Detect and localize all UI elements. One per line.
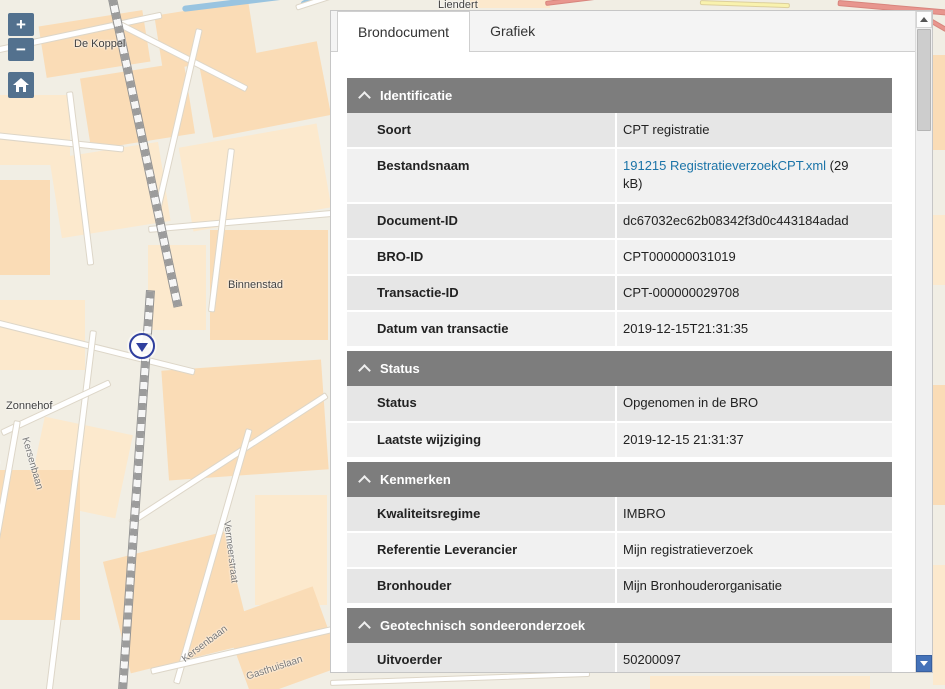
section-title: Identificatie — [380, 88, 452, 103]
row-value: 2019-12-15T21:31:35 — [617, 312, 892, 346]
scroll-thumb[interactable] — [917, 29, 931, 131]
table-row: Laatste wijziging2019-12-15 21:31:37 — [347, 423, 892, 459]
zoom-in-button[interactable]: + — [8, 13, 34, 36]
row-value: CPT-000000029708 — [617, 276, 892, 310]
chevron-up-icon — [358, 621, 371, 634]
row-label: Laatste wijziging — [347, 423, 617, 457]
section-header[interactable]: Status — [347, 351, 892, 386]
map-label: weg — [0, 446, 3, 466]
row-label: BRO-ID — [347, 240, 617, 274]
map-road — [700, 0, 790, 8]
row-value: CPT registratie — [617, 113, 892, 147]
row-label: Bestandsnaam — [347, 149, 617, 201]
row-label: Document-ID — [347, 204, 617, 238]
map-area — [0, 180, 50, 275]
map-area — [933, 215, 945, 285]
table-row: Bestandsnaam191215 RegistratieverzoekCPT… — [347, 149, 892, 203]
table-row: Referentie LeverancierMijn registratieve… — [347, 533, 892, 569]
table-row: BronhouderMijn Bronhouderorganisatie — [347, 569, 892, 605]
table-row: Uitvoerder50200097 — [347, 643, 892, 672]
row-value: IMBRO — [617, 497, 892, 531]
scroll-down-button[interactable] — [916, 655, 932, 672]
map-road — [330, 671, 590, 686]
triangle-down-icon — [136, 343, 148, 352]
map-area — [0, 95, 70, 165]
file-link[interactable]: 191215 RegistratieverzoekCPT.xml — [623, 158, 826, 173]
map-area — [933, 565, 945, 685]
map-area — [255, 495, 327, 605]
map-area — [933, 55, 945, 150]
section-title: Geotechnisch sondeeronderzoek — [380, 618, 585, 633]
row-label: Soort — [347, 113, 617, 147]
chevron-up-icon — [358, 364, 371, 377]
triangle-down-icon — [920, 661, 928, 666]
tab-bar: BrondocumentGrafiek — [331, 11, 915, 52]
row-label: Datum van transactie — [347, 312, 617, 346]
panel-body[interactable]: Identificatie SoortCPT registratieBestand… — [331, 52, 915, 672]
map-road — [545, 0, 610, 6]
scroll-up-button[interactable] — [916, 11, 932, 28]
row-label: Bronhouder — [347, 569, 617, 603]
table-row: Datum van transactie2019-12-15T21:31:35 — [347, 312, 892, 348]
tab-grafiek[interactable]: Grafiek — [470, 11, 555, 51]
table-row: Document-IDdc67032ec62b08342f3d0c443184a… — [347, 204, 892, 240]
map-area — [470, 0, 550, 8]
map-area — [650, 676, 870, 689]
scrollbar[interactable] — [915, 11, 932, 672]
map-label: Zonnehof — [6, 400, 52, 412]
row-label: Uitvoerder — [347, 643, 617, 672]
map-marker[interactable] — [129, 333, 155, 359]
section-title: Kenmerken — [380, 472, 451, 487]
row-value: 50200097 — [617, 643, 892, 672]
zoom-out-button[interactable]: − — [8, 38, 34, 61]
row-value: Mijn Bronhouderorganisatie — [617, 569, 892, 603]
tab-brondocument[interactable]: Brondocument — [337, 11, 470, 52]
app-window: + − LiendertDe KoppelBinnenstadZonnehofK… — [0, 0, 945, 689]
triangle-up-icon — [920, 17, 928, 22]
section-header[interactable]: Geotechnisch sondeeronderzoek — [347, 608, 892, 643]
home-icon — [13, 78, 29, 92]
table-row: KwaliteitsregimeIMBRO — [347, 497, 892, 533]
row-label: Status — [347, 386, 617, 420]
map-label: Binnenstad — [228, 279, 283, 291]
row-value: CPT000000031019 — [617, 240, 892, 274]
table-row: Transactie-IDCPT-000000029708 — [347, 276, 892, 312]
row-label: Kwaliteitsregime — [347, 497, 617, 531]
section-header[interactable]: Identificatie — [347, 78, 892, 113]
row-value: 191215 RegistratieverzoekCPT.xml (29 kB) — [617, 149, 892, 201]
row-label: Referentie Leverancier — [347, 533, 617, 567]
row-value: 2019-12-15 21:31:37 — [617, 423, 892, 457]
sections-container: Identificatie SoortCPT registratieBestand… — [347, 78, 892, 672]
table-row: StatusOpgenomen in de BRO — [347, 386, 892, 422]
table-row: BRO-IDCPT000000031019 — [347, 240, 892, 276]
section-title: Status — [380, 361, 420, 376]
home-button[interactable] — [8, 72, 34, 98]
section-header[interactable]: Kenmerken — [347, 462, 892, 497]
row-value: Mijn registratieverzoek — [617, 533, 892, 567]
chevron-up-icon — [358, 475, 371, 488]
row-value: Opgenomen in de BRO — [617, 386, 892, 420]
detail-panel: BrondocumentGrafiek IdentificatieSoortCP… — [330, 10, 933, 673]
map-area — [933, 385, 945, 505]
map-area — [161, 360, 328, 481]
map-label: De Koppel — [74, 38, 125, 50]
chevron-up-icon — [358, 91, 371, 104]
row-value: dc67032ec62b08342f3d0c443184adad — [617, 204, 892, 238]
table-row: SoortCPT registratie — [347, 113, 892, 149]
row-label: Transactie-ID — [347, 276, 617, 310]
